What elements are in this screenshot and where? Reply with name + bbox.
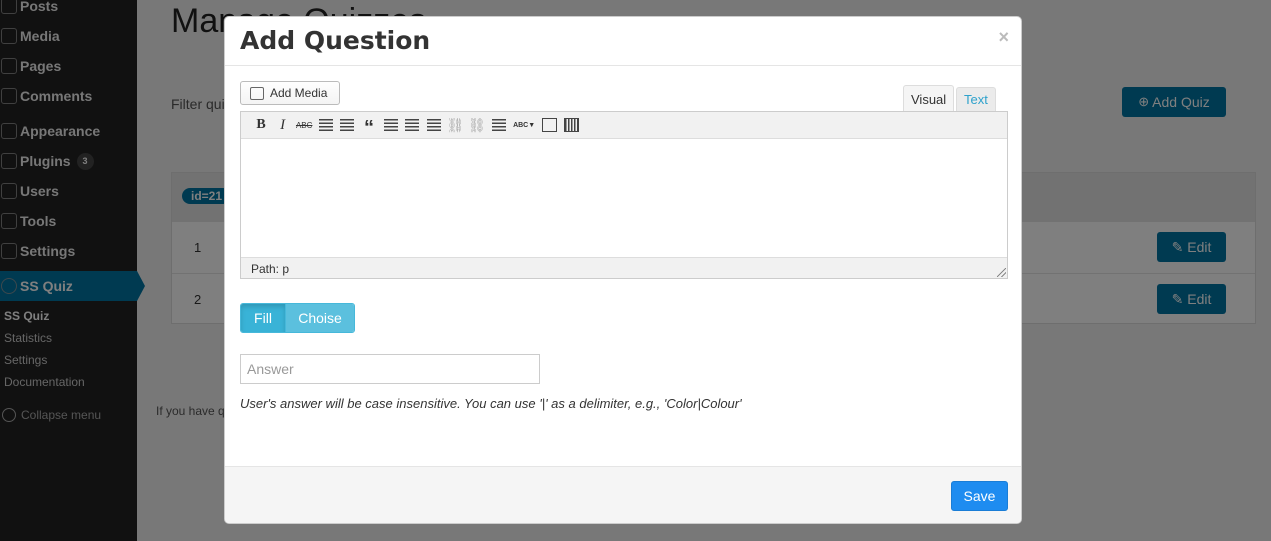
- link-icon: ⛓: [446, 116, 465, 133]
- italic-button[interactable]: I: [275, 117, 291, 133]
- numbered-list-icon: [340, 119, 355, 131]
- answer-input[interactable]: [240, 354, 540, 384]
- numbered-list-button[interactable]: [339, 117, 355, 133]
- bullet-list-button[interactable]: [318, 117, 334, 133]
- spellcheck-button[interactable]: ABC ▼: [512, 117, 536, 133]
- modal-title: Add Question: [240, 26, 431, 55]
- question-type-toggle: Fill Choise: [240, 303, 355, 333]
- read-more-icon: [491, 119, 506, 131]
- add-question-modal: Add Question × Add Media Visual Text B I…: [224, 16, 1022, 524]
- close-button[interactable]: ×: [998, 27, 1009, 48]
- fill-type-button[interactable]: Fill: [241, 304, 285, 332]
- resize-handle-icon[interactable]: [997, 268, 1006, 277]
- chevron-down-icon: ▼: [528, 121, 536, 129]
- add-media-button[interactable]: Add Media: [240, 81, 340, 105]
- align-right-icon: [426, 119, 441, 131]
- insert-link-button[interactable]: ⛓: [446, 116, 465, 133]
- save-button[interactable]: Save: [951, 481, 1008, 511]
- modal-header: Add Question ×: [225, 17, 1021, 66]
- remove-link-button[interactable]: ⛓: [468, 116, 486, 133]
- editor-content-area[interactable]: [241, 139, 1007, 257]
- answer-hint: User's answer will be case insensitive. …: [240, 396, 742, 411]
- align-left-button[interactable]: [383, 117, 399, 133]
- bullet-list-icon: [318, 119, 333, 131]
- align-right-button[interactable]: [426, 117, 442, 133]
- kitchen-sink-icon: [563, 118, 579, 132]
- media-icon: [250, 86, 264, 100]
- add-media-label: Add Media: [270, 86, 328, 100]
- align-center-icon: [405, 119, 420, 131]
- bold-button[interactable]: B: [253, 117, 269, 133]
- insert-more-button[interactable]: [491, 117, 507, 133]
- strikethrough-button[interactable]: ABC: [296, 117, 312, 133]
- fullscreen-icon: [542, 118, 558, 132]
- unlink-icon: ⛓: [468, 116, 486, 133]
- align-left-icon: [383, 119, 398, 131]
- align-center-button[interactable]: [404, 117, 420, 133]
- element-path: Path: p: [251, 262, 290, 276]
- blockquote-button[interactable]: “: [361, 117, 377, 139]
- tab-visual[interactable]: Visual: [903, 85, 955, 112]
- fullscreen-button[interactable]: [542, 117, 558, 133]
- modal-footer: Save: [225, 466, 1021, 523]
- editor-toolbar: B I ABC “ ⛓ ⛓ ABC ▼: [241, 112, 1007, 139]
- editor-status-bar: Path: p: [241, 257, 1007, 278]
- tab-text[interactable]: Text: [956, 87, 996, 111]
- rich-text-editor: B I ABC “ ⛓ ⛓ ABC ▼ Path: p: [240, 111, 1008, 279]
- choise-type-button[interactable]: Choise: [285, 304, 354, 332]
- toolbar-toggle-button[interactable]: [563, 117, 579, 133]
- spellcheck-icon: ABC: [513, 121, 529, 129]
